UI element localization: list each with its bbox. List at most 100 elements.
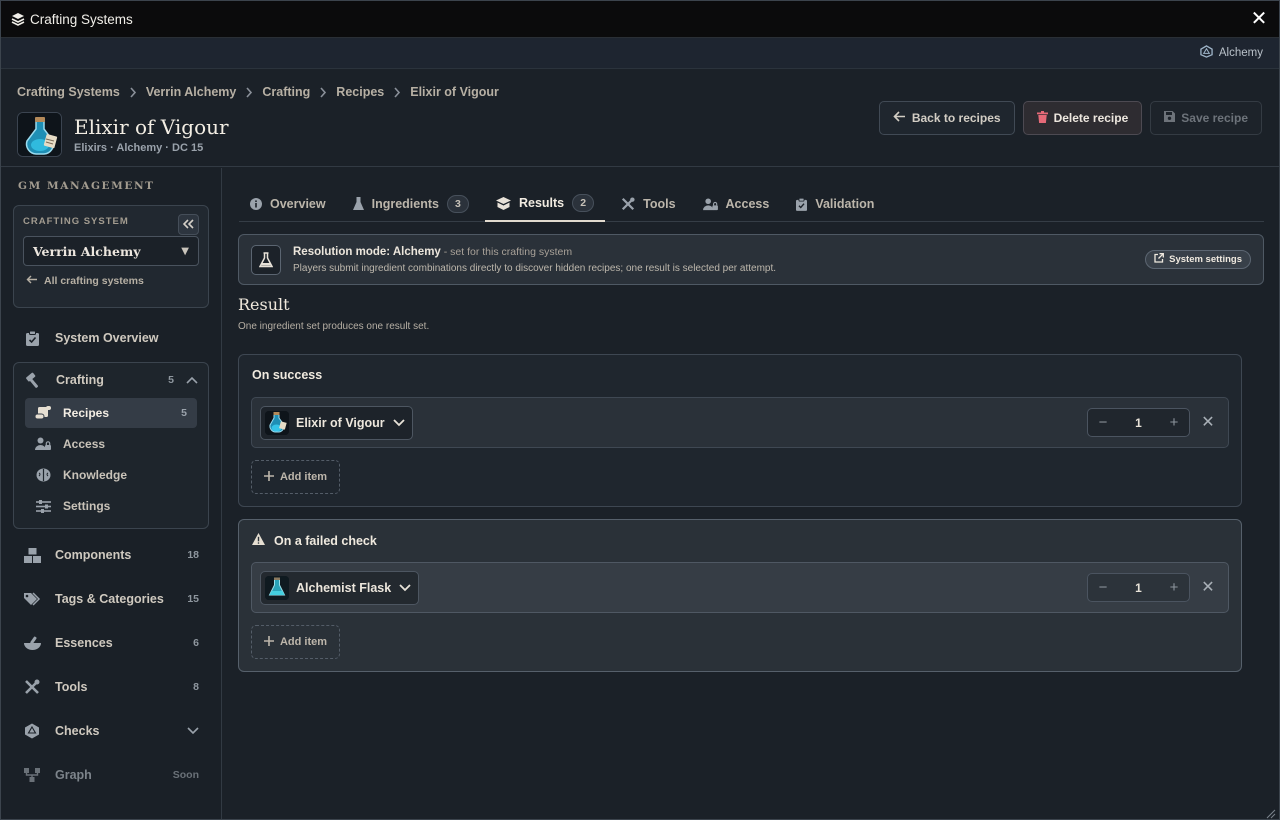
resolution-mode-banner: Resolution mode: Alchemy - set for this … — [238, 234, 1264, 285]
sidebar-item-graph[interactable]: Graph Soon — [13, 757, 209, 793]
resize-handle-icon[interactable] — [1266, 806, 1276, 819]
system-settings-label: System settings — [1169, 254, 1242, 265]
tools-icon — [621, 197, 635, 211]
chevron-up-icon — [186, 376, 198, 384]
sidebar-item-settings[interactable]: Settings — [25, 491, 197, 521]
sidebar-heading: GM MANAGEMENT — [18, 180, 155, 192]
tab-label: Access — [725, 197, 770, 211]
tags-count: 15 — [187, 593, 199, 605]
save-recipe-button[interactable]: Save recipe — [1150, 101, 1262, 135]
active-system-name: Alchemy — [1218, 47, 1263, 59]
breadcrumb-verrin-alchemy[interactable]: Verrin Alchemy — [146, 85, 237, 99]
sidebar-item-recipes[interactable]: Recipes 5 — [25, 398, 197, 428]
trash-icon — [1036, 110, 1048, 126]
scroll-icon — [35, 405, 51, 421]
user-lock-icon — [35, 436, 51, 452]
sidebar-sub-label: Recipes — [63, 406, 110, 420]
main-content: Overview Ingredients 3 Results 2 Tools A… — [223, 168, 1279, 819]
increment-button[interactable]: + — [1167, 414, 1181, 431]
tab-access[interactable]: Access — [692, 186, 781, 222]
result-item-select[interactable]: Elixir of Vigour — [260, 406, 413, 440]
breadcrumb: Crafting Systems Verrin Alchemy Crafting… — [17, 85, 499, 99]
tools-count: 8 — [193, 681, 199, 693]
add-item-button[interactable]: Add item — [251, 460, 340, 494]
chevron-down-icon — [393, 419, 405, 427]
on-failure-title: On a failed check — [274, 533, 377, 548]
decrement-button[interactable]: − — [1096, 579, 1110, 596]
plus-icon — [263, 470, 274, 484]
remove-item-button[interactable]: ✕ — [1200, 578, 1216, 596]
sidebar-sub-label: Access — [63, 437, 106, 451]
chevron-right-icon — [393, 86, 401, 98]
sidebar-item-crafting[interactable]: Crafting 5 — [14, 363, 208, 397]
tags-icon — [23, 590, 41, 608]
double-chevron-left-icon — [182, 217, 194, 232]
sidebar-item-essences[interactable]: Essences 6 — [13, 625, 209, 661]
remove-item-button[interactable]: ✕ — [1200, 413, 1216, 431]
breadcrumb-crafting[interactable]: Crafting — [262, 85, 310, 99]
tab-tools[interactable]: Tools — [610, 186, 686, 222]
sidebar-item-knowledge[interactable]: Knowledge — [25, 460, 197, 490]
tab-label: Tools — [643, 197, 676, 211]
decrement-button[interactable]: − — [1096, 414, 1110, 431]
delete-label: Delete recipe — [1053, 111, 1129, 125]
all-crafting-systems-link[interactable]: All crafting systems — [26, 275, 199, 287]
recipe-identity: Elixir of Vigour Elixirs · Alchemy · DC … — [17, 112, 229, 157]
sidebar-item-system-overview[interactable]: System Overview — [13, 320, 209, 356]
sidebar-item-label: Graph — [55, 768, 92, 782]
tab-label: Ingredients — [371, 197, 439, 211]
quantity-stepper: − 1 + — [1087, 573, 1190, 602]
result-entry: Alchemist Flask − 1 + ✕ — [251, 562, 1229, 613]
sidebar-item-label: Crafting — [56, 373, 104, 387]
on-failure-header: On a failed check — [252, 533, 377, 548]
graph-soon-badge: Soon — [172, 769, 199, 781]
collapse-sidebar-button[interactable] — [178, 214, 199, 235]
chevron-right-icon — [129, 86, 137, 98]
sidebar-item-label: Essences — [55, 636, 113, 650]
save-label: Save recipe — [1181, 111, 1248, 125]
breadcrumb-recipes[interactable]: Recipes — [336, 85, 384, 99]
close-window-button[interactable]: ✕ — [1249, 9, 1269, 29]
delete-recipe-button[interactable]: Delete recipe — [1022, 101, 1143, 135]
add-item-label: Add item — [279, 471, 328, 483]
tab-overview[interactable]: Overview — [239, 186, 337, 222]
breadcrumb-crafting-systems[interactable]: Crafting Systems — [17, 85, 120, 99]
increment-button[interactable]: + — [1167, 579, 1181, 596]
boxes-icon — [23, 546, 41, 564]
crafting-system-value: Verrin Alchemy — [33, 243, 141, 259]
box-open-icon — [495, 196, 511, 210]
add-item-button[interactable]: Add item — [251, 625, 340, 659]
sidebar-item-checks[interactable]: Checks — [13, 713, 209, 749]
active-system-chip[interactable]: Alchemy — [1200, 45, 1263, 61]
tab-results[interactable]: Results 2 — [484, 186, 606, 222]
tab-ingredients[interactable]: Ingredients 3 — [342, 186, 480, 222]
chevron-down-icon — [187, 727, 199, 735]
recipe-image — [17, 112, 62, 157]
sidebar-item-tags-categories[interactable]: Tags & Categories 15 — [13, 581, 209, 617]
crafting-group: Crafting 5 Recipes 5 Access Knowledge Se… — [13, 362, 209, 529]
result-heading: Result — [238, 295, 290, 314]
chevron-down-icon — [399, 584, 411, 592]
result-item-select[interactable]: Alchemist Flask — [260, 571, 420, 605]
result-entry: Elixir of Vigour − 1 + ✕ — [251, 397, 1229, 448]
resolution-mode-title: Resolution mode: Alchemy — [293, 245, 441, 258]
system-settings-button[interactable]: System settings — [1145, 250, 1251, 269]
recipe-header: Crafting Systems Verrin Alchemy Crafting… — [1, 69, 1279, 167]
recipes-count: 5 — [181, 407, 187, 419]
quantity-value[interactable]: 1 — [1135, 416, 1142, 430]
sidebar-item-tools[interactable]: Tools 8 — [13, 669, 209, 705]
crafting-system-select[interactable]: Verrin Alchemy ▼ — [23, 236, 199, 266]
tab-validation[interactable]: Validation — [785, 186, 885, 222]
sidebar-item-access[interactable]: Access — [25, 429, 197, 459]
clipboard-check-icon — [23, 329, 41, 347]
crafting-system-label: CRAFTING SYSTEM — [23, 216, 129, 227]
system-bar: Alchemy — [1, 38, 1279, 69]
result-item-name: Elixir of Vigour — [296, 416, 385, 430]
quantity-value[interactable]: 1 — [1135, 581, 1142, 595]
back-to-recipes-button[interactable]: Back to recipes — [878, 101, 1015, 135]
layers-icon — [11, 12, 25, 26]
flask-icon — [352, 197, 364, 211]
result-subtitle: One ingredient set produces one result s… — [238, 321, 430, 332]
sidebar-item-components[interactable]: Components 18 — [13, 537, 209, 573]
flask-icon — [251, 244, 281, 275]
